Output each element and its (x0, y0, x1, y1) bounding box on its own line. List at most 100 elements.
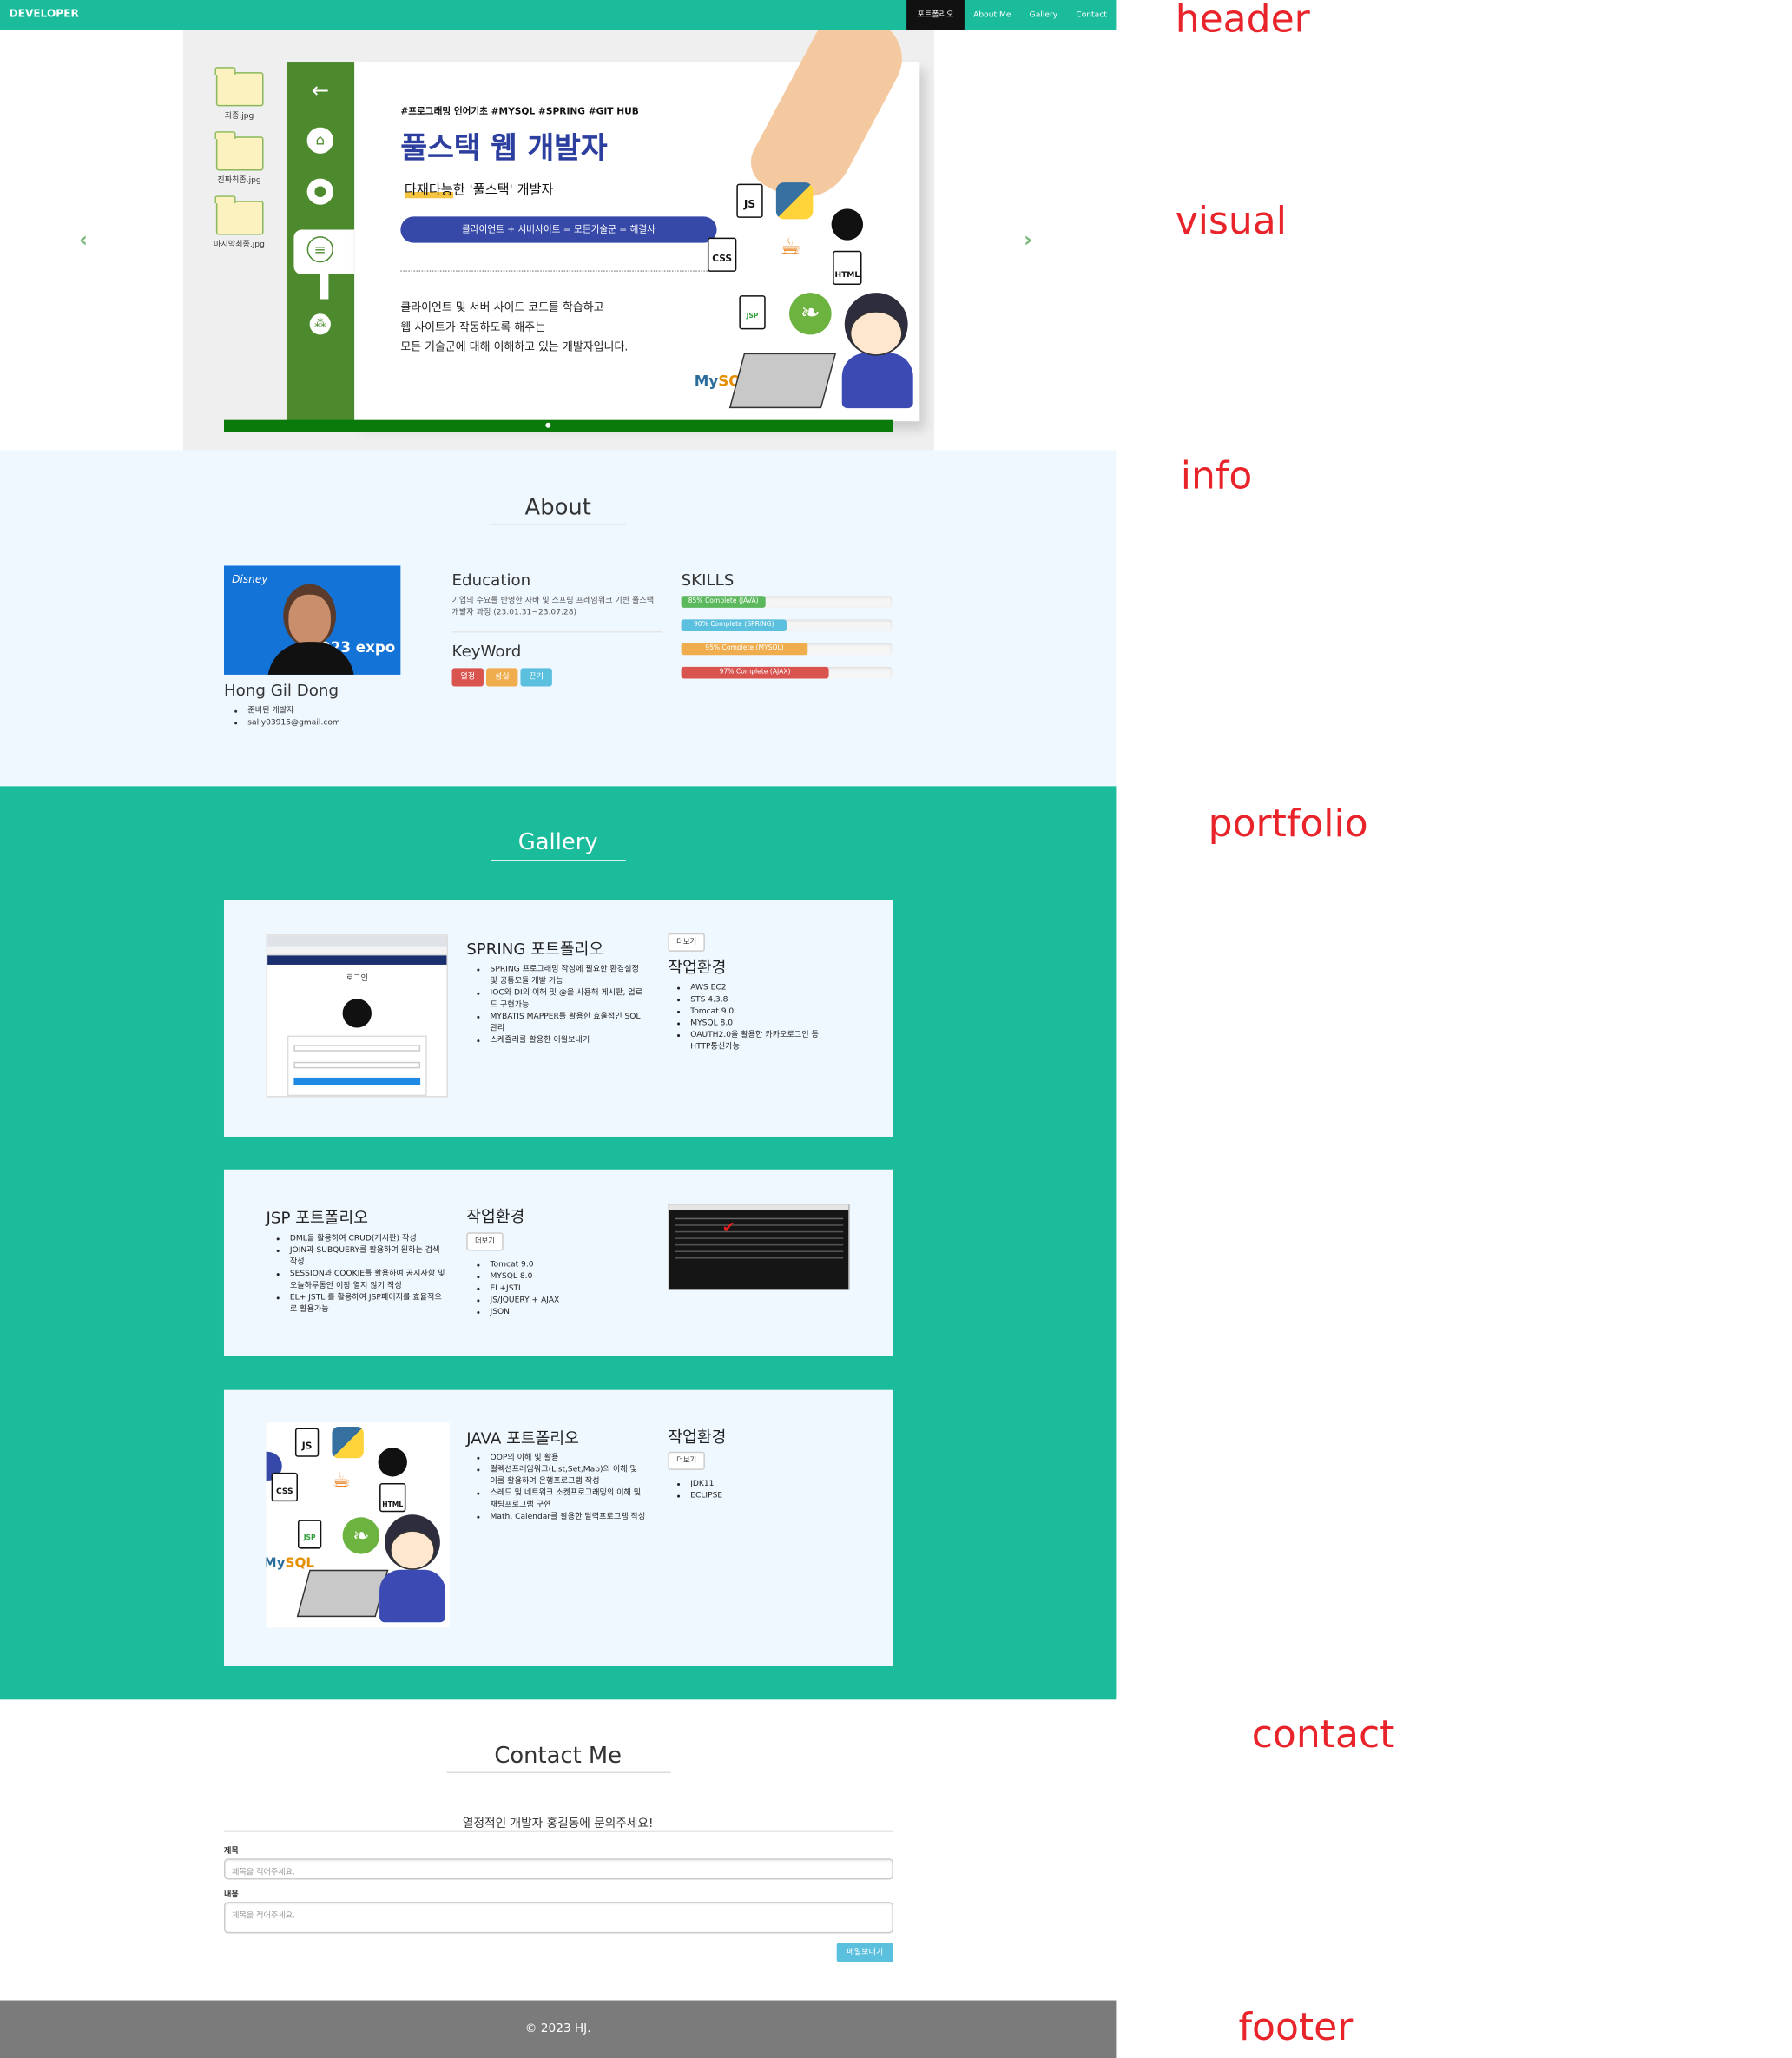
card-title: JAVA 포트폴리오 (466, 1429, 579, 1448)
title-underline (446, 1771, 671, 1774)
list-item: 스레드 및 네트워크 소켓프로그래밍의 이해 및 채팅프로그램 구현 (491, 1487, 646, 1511)
skill-bar-fill: 97% Complete (AJAX) (681, 666, 829, 679)
css-file-icon: CSS (707, 237, 737, 272)
card-points: DML을 활용하여 CRUD(게시판) 작성 JOIN과 SUBQUERY를 활… (277, 1232, 445, 1315)
contact-lead: 열정적인 개발자 홍길동에 문의주세요! (462, 1817, 654, 1831)
more-button[interactable]: 더보기 (668, 933, 705, 952)
skill-bar: 97% Complete (AJAX) (681, 666, 893, 679)
nav-menu: 포트폴리오 About Me Gallery Contact (906, 0, 1116, 30)
login-form (287, 1035, 427, 1097)
card-points: OOP의 이해 및 활용 컬렉션프레임워크(List,Set,Map)의 이해 … (477, 1452, 646, 1523)
folder-name: 최종.jpg (224, 111, 254, 122)
page: DEVELOPER 포트폴리오 About Me Gallery Contact… (0, 0, 1792, 2058)
about-title: About (524, 494, 591, 522)
nav-item-contact[interactable]: Contact (1067, 0, 1117, 30)
brand-logo[interactable]: DEVELOPER (10, 8, 79, 20)
green-side-bar: ← ⌂ ● ≡ ▐ ⁂ (287, 62, 355, 422)
env-title: 작업환경 (668, 958, 727, 977)
env-list: Tomcat 9.0 MYSQL 8.0 EL+JSTL JS/JQUERY +… (477, 1259, 635, 1318)
login-submit (293, 1077, 421, 1086)
python-icon (332, 1427, 364, 1459)
contact-title: Contact Me (494, 1743, 623, 1770)
folder-icon (214, 67, 263, 107)
list-item: MYBATIS MAPPER를 활용한 효율적인 SQL 관리 (491, 1011, 646, 1034)
user-icon: ● (306, 178, 333, 205)
list-item: STS 4.3.8 (690, 993, 835, 1006)
laptop-illustration (296, 1569, 389, 1618)
more-button[interactable]: 더보기 (668, 1451, 705, 1470)
spring-icon: ❧ (342, 1517, 380, 1554)
list-item: OOP의 이해 및 활용 (491, 1452, 646, 1464)
login-screenshot[interactable]: 로그인 (266, 934, 448, 1098)
hero-description: 클라이언트 및 서버 사이드 코드를 학습하고 웹 사이트가 작동하도록 해주는… (400, 300, 628, 359)
title-underline (491, 860, 626, 861)
more-button[interactable]: 더보기 (466, 1232, 504, 1251)
developer-body (379, 1569, 445, 1623)
list-item: EL+JSTL (491, 1283, 636, 1295)
content-textarea[interactable]: 제목을 적어주세요. (223, 1902, 893, 1934)
list-item: DML을 활용하여 CRUD(게시판) 작성 (290, 1232, 445, 1244)
about-section: About Disney D23 expo Hong Gil Dong 준비된 … (0, 450, 1117, 787)
list-item: OAUTH2.0을 활용한 카카오로그인 등 HTTP통신가능 (690, 1029, 835, 1052)
java-illustration[interactable]: JS CSS ☕ HTML JSP ❧ MySQL (266, 1422, 450, 1628)
list-item: sally03915@gmail.com (247, 716, 339, 729)
slide-indicator[interactable] (545, 422, 551, 428)
nav-item-about[interactable]: About Me (965, 0, 1021, 30)
mysql-logo-my: My (267, 1556, 286, 1572)
jsp-file-icon: JSP (739, 295, 766, 330)
list-item: IOC와 DI의 이해 및 @을 사용해 게시판, 업로드 구현가능 (491, 987, 646, 1011)
desc-line: 클라이언트 및 서버 사이드 코드를 학습하고 (400, 301, 604, 315)
card-title: SPRING 포트폴리오 (466, 940, 604, 959)
annotation-portfolio: portfolio (1208, 801, 1368, 846)
education-text: 기업의 수요를 반영한 자바 및 스프링 프레임워크 기반 풀스택 개발자 과정… (451, 596, 655, 617)
terminal-line (675, 1250, 844, 1252)
folder-item: 최종.jpg (203, 67, 275, 136)
terminal-screenshot[interactable]: ✔ (668, 1204, 850, 1290)
mysql-logo-my: My (694, 373, 719, 390)
subject-input[interactable]: 제목을 적어주세요. (223, 1858, 893, 1880)
chevron-right-icon[interactable]: › (1024, 227, 1032, 252)
app-navbar (267, 955, 447, 965)
divider (451, 631, 663, 633)
github-icon (378, 1448, 407, 1477)
annotation-info: info (1180, 452, 1253, 498)
footer: © 2023 HJ. (0, 2000, 1117, 2058)
list-item: 컬렉션프레임워크(List,Set,Map)의 이해 및 이를 활용하여 은행프… (491, 1463, 646, 1487)
carousel-slide: 최종.jpg 진짜최종.jpg 마지막최종.jpg ← ⌂ ● ≡ ▐ ⁂ #프… (182, 30, 934, 451)
send-mail-button[interactable]: 메일보내기 (836, 1943, 893, 1962)
chevron-left-icon[interactable]: ‹ (79, 227, 88, 252)
contact-section: Contact Me 열정적인 개발자 홍길동에 문의주세요! 제목 제목을 적… (0, 1699, 1117, 2001)
checkmark-icon: ✔ (721, 1217, 735, 1237)
js-file-icon: JS (736, 183, 763, 218)
header-navbar: DEVELOPER 포트폴리오 About Me Gallery Contact (0, 0, 1117, 30)
desc-line: 웹 사이트가 작동하도록 해주는 (400, 321, 545, 335)
user-lock-icon (342, 999, 372, 1028)
jsp-file-icon: JSP (297, 1520, 322, 1549)
list-item: JDK11 (690, 1478, 835, 1490)
list-item: ECLIPSE (690, 1490, 835, 1502)
folder-item: 진짜최종.jpg (203, 131, 275, 201)
hero-subtitle: 다재다능한 '풀스택' 개발자 (404, 179, 554, 199)
subtitle-highlight: 다재다능 (404, 183, 453, 199)
skill-bar-fill: 85% Complete (JAVA) (681, 596, 766, 608)
subject-label: 제목 (223, 1846, 239, 1857)
profile-name: Hong Gil Dong (223, 681, 339, 700)
list-item: MYSQL 8.0 (690, 1017, 835, 1029)
spring-icon: ❧ (789, 293, 832, 335)
browser-addressbar (267, 946, 447, 956)
nav-item-gallery[interactable]: Gallery (1020, 0, 1067, 30)
nav-item-portfolio[interactable]: 포트폴리오 (906, 0, 965, 30)
hero-title: 풀스택 웹 개발자 (400, 132, 608, 166)
keyword-badge: 끈기 (520, 668, 552, 687)
photo-brand-text: Disney (232, 573, 268, 586)
education-title: Education (451, 571, 531, 590)
list-item: EL+ JSTL 를 활용하여 JSP페이지를 효율적으로 활용가능 (290, 1291, 445, 1315)
browser-tabbar (267, 935, 447, 947)
terminal-line (675, 1217, 844, 1220)
subtitle-rest: 한 '풀스택' 개발자 (452, 183, 554, 199)
mysql-logo: MySQL (267, 1557, 314, 1572)
annotation-contact: contact (1251, 1711, 1395, 1757)
list-item: Math, Calendar를 활용한 달력프로그램 작성 (491, 1511, 646, 1523)
list-item: Tomcat 9.0 (491, 1259, 636, 1271)
password-field (293, 1061, 421, 1069)
